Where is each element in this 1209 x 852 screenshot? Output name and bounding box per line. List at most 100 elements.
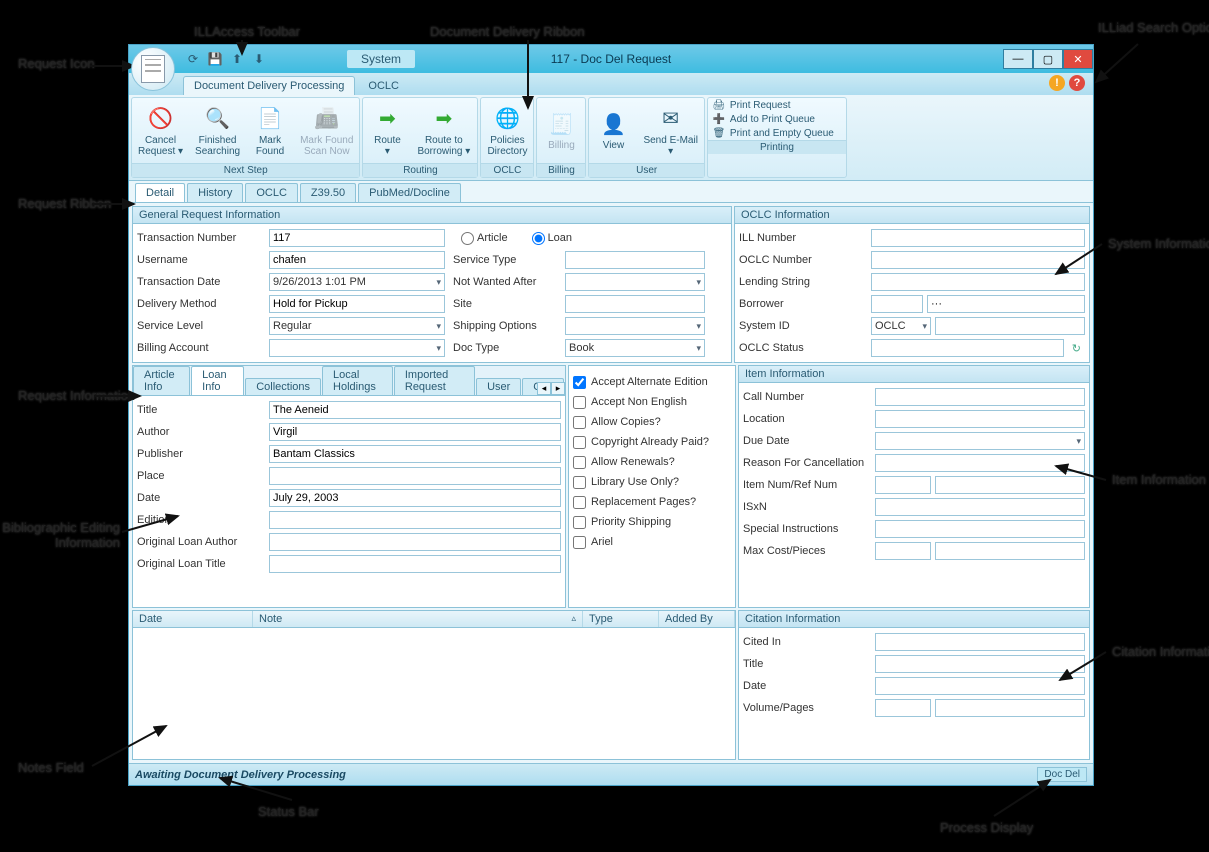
mark-found-scan-button[interactable]: 📠Mark FoundScan Now — [294, 98, 359, 163]
send-email-button[interactable]: ✉Send E-Mail▾ — [637, 98, 703, 163]
tab-z3950[interactable]: Z39.50 — [300, 183, 356, 202]
tab-imported[interactable]: Imported Request — [394, 366, 475, 395]
pieces-field[interactable] — [935, 542, 1085, 560]
location-field[interactable] — [875, 410, 1085, 428]
chk-library-use[interactable]: Library Use Only? — [573, 472, 731, 492]
save-icon[interactable]: 💾 — [207, 51, 223, 67]
doc-type-field[interactable]: Book — [565, 339, 705, 357]
billing-button[interactable]: 🧾Billing — [537, 98, 585, 163]
chk-alternate[interactable]: Accept Alternate Edition — [573, 372, 731, 392]
service-type-field[interactable] — [565, 251, 705, 269]
tab-detail[interactable]: Detail — [135, 183, 185, 202]
chk-priority[interactable]: Priority Shipping — [573, 512, 731, 532]
system-tab[interactable]: System — [347, 50, 415, 68]
col-type[interactable]: Type — [583, 611, 659, 627]
not-wanted-field[interactable] — [565, 273, 705, 291]
notes-panel: Date Note▵ Type Added By — [132, 610, 736, 760]
route-button[interactable]: ➡Route▾ — [363, 98, 411, 163]
tab-collections[interactable]: Collections — [245, 378, 321, 395]
special-field[interactable] — [875, 520, 1085, 538]
chk-ariel[interactable]: Ariel — [573, 532, 731, 552]
title-field[interactable] — [269, 401, 561, 419]
service-level-field[interactable]: Regular — [269, 317, 445, 335]
loan-radio[interactable]: Loan — [532, 232, 572, 245]
place-field[interactable] — [269, 467, 561, 485]
date-field[interactable] — [269, 489, 561, 507]
citation-date-field[interactable] — [875, 677, 1085, 695]
close-button[interactable]: ✕ — [1063, 49, 1093, 69]
finished-searching-button[interactable]: 🔍FinishedSearching — [189, 98, 246, 163]
item-num-field[interactable] — [875, 476, 931, 494]
tab-history[interactable]: History — [187, 183, 243, 202]
due-date-field[interactable] — [875, 432, 1085, 450]
col-note[interactable]: Note▵ — [253, 611, 583, 627]
col-date[interactable]: Date — [133, 611, 253, 627]
tab-oclc-page[interactable]: OCLC — [245, 183, 298, 202]
chk-renewals[interactable]: Allow Renewals? — [573, 452, 731, 472]
ref-num-field[interactable] — [935, 476, 1085, 494]
refresh-icon[interactable]: ⟳ — [185, 51, 201, 67]
system-id-ext-field[interactable] — [935, 317, 1085, 335]
tab-user[interactable]: User — [476, 378, 521, 395]
add-print-queue-button[interactable]: ➕Add to Print Queue — [712, 112, 842, 126]
publisher-field[interactable] — [269, 445, 561, 463]
policies-directory-button[interactable]: 🌐PoliciesDirectory — [481, 98, 533, 163]
print-empty-queue-button[interactable]: 🗑Print and Empty Queue — [712, 126, 842, 140]
minimize-button[interactable]: — — [1003, 49, 1033, 69]
author-field[interactable] — [269, 423, 561, 441]
cited-in-field[interactable] — [875, 633, 1085, 651]
print-request-button[interactable]: 🖨Print Request — [712, 98, 842, 112]
oclc-number-field[interactable] — [871, 251, 1085, 269]
tab-article-info[interactable]: Article Info — [133, 366, 190, 395]
isxn-field[interactable] — [875, 498, 1085, 516]
article-radio[interactable]: Article — [461, 232, 508, 245]
refresh-status-icon[interactable]: ↻ — [1068, 342, 1085, 355]
orig-title-field[interactable] — [269, 555, 561, 573]
alert-icon[interactable]: ! — [1049, 75, 1065, 91]
chk-copyright[interactable]: Copyright Already Paid? — [573, 432, 731, 452]
ill-number-field[interactable] — [871, 229, 1085, 247]
transaction-date-field[interactable]: 9/26/2013 1:01 PM — [269, 273, 445, 291]
tab-scroll-right[interactable]: ▸ — [551, 382, 565, 395]
up-icon[interactable]: ⬆ — [229, 51, 245, 67]
tab-oclc[interactable]: OCLC — [357, 76, 410, 95]
oclc-status-field[interactable] — [871, 339, 1064, 357]
notes-grid-body[interactable] — [132, 628, 736, 760]
view-user-button[interactable]: 👤View — [589, 98, 637, 163]
chk-allow-copies[interactable]: Allow Copies? — [573, 412, 731, 432]
shipping-options-field[interactable] — [565, 317, 705, 335]
max-cost-field[interactable] — [875, 542, 931, 560]
lending-string-field[interactable] — [871, 273, 1085, 291]
help-icon[interactable]: ? — [1069, 75, 1085, 91]
process-badge[interactable]: Doc Del — [1037, 767, 1087, 782]
request-icon[interactable] — [131, 47, 175, 91]
username-field[interactable] — [269, 251, 445, 269]
borrower-field[interactable] — [871, 295, 923, 313]
system-id-field[interactable]: OCLC — [871, 317, 931, 335]
pages-field[interactable] — [935, 699, 1085, 717]
billing-account-field[interactable] — [269, 339, 445, 357]
reason-cancel-field[interactable] — [875, 454, 1085, 472]
call-number-field[interactable] — [875, 388, 1085, 406]
route-borrowing-button[interactable]: ➡Route toBorrowing ▾ — [411, 98, 476, 163]
transaction-number-field[interactable] — [269, 229, 445, 247]
chk-replacement[interactable]: Replacement Pages? — [573, 492, 731, 512]
cancel-request-button[interactable]: 🚫CancelRequest ▾ — [132, 98, 189, 163]
tab-scroll-left[interactable]: ◂ — [537, 382, 551, 395]
volume-field[interactable] — [875, 699, 931, 717]
delivery-method-field[interactable] — [269, 295, 445, 313]
tab-pubmed[interactable]: PubMed/Docline — [358, 183, 461, 202]
chk-non-english[interactable]: Accept Non English — [573, 392, 731, 412]
mark-found-button[interactable]: 📄MarkFound — [246, 98, 294, 163]
tab-loan-info[interactable]: Loan Info — [191, 366, 244, 395]
site-field[interactable] — [565, 295, 705, 313]
col-added-by[interactable]: Added By — [659, 611, 735, 627]
orig-author-field[interactable] — [269, 533, 561, 551]
citation-title-field[interactable] — [875, 655, 1085, 673]
borrower-ext-field[interactable] — [927, 295, 1085, 313]
maximize-button[interactable]: ▢ — [1033, 49, 1063, 69]
tab-doc-delivery[interactable]: Document Delivery Processing — [183, 76, 355, 95]
down-icon[interactable]: ⬇ — [251, 51, 267, 67]
tab-local-holdings[interactable]: Local Holdings — [322, 366, 393, 395]
edition-field[interactable] — [269, 511, 561, 529]
